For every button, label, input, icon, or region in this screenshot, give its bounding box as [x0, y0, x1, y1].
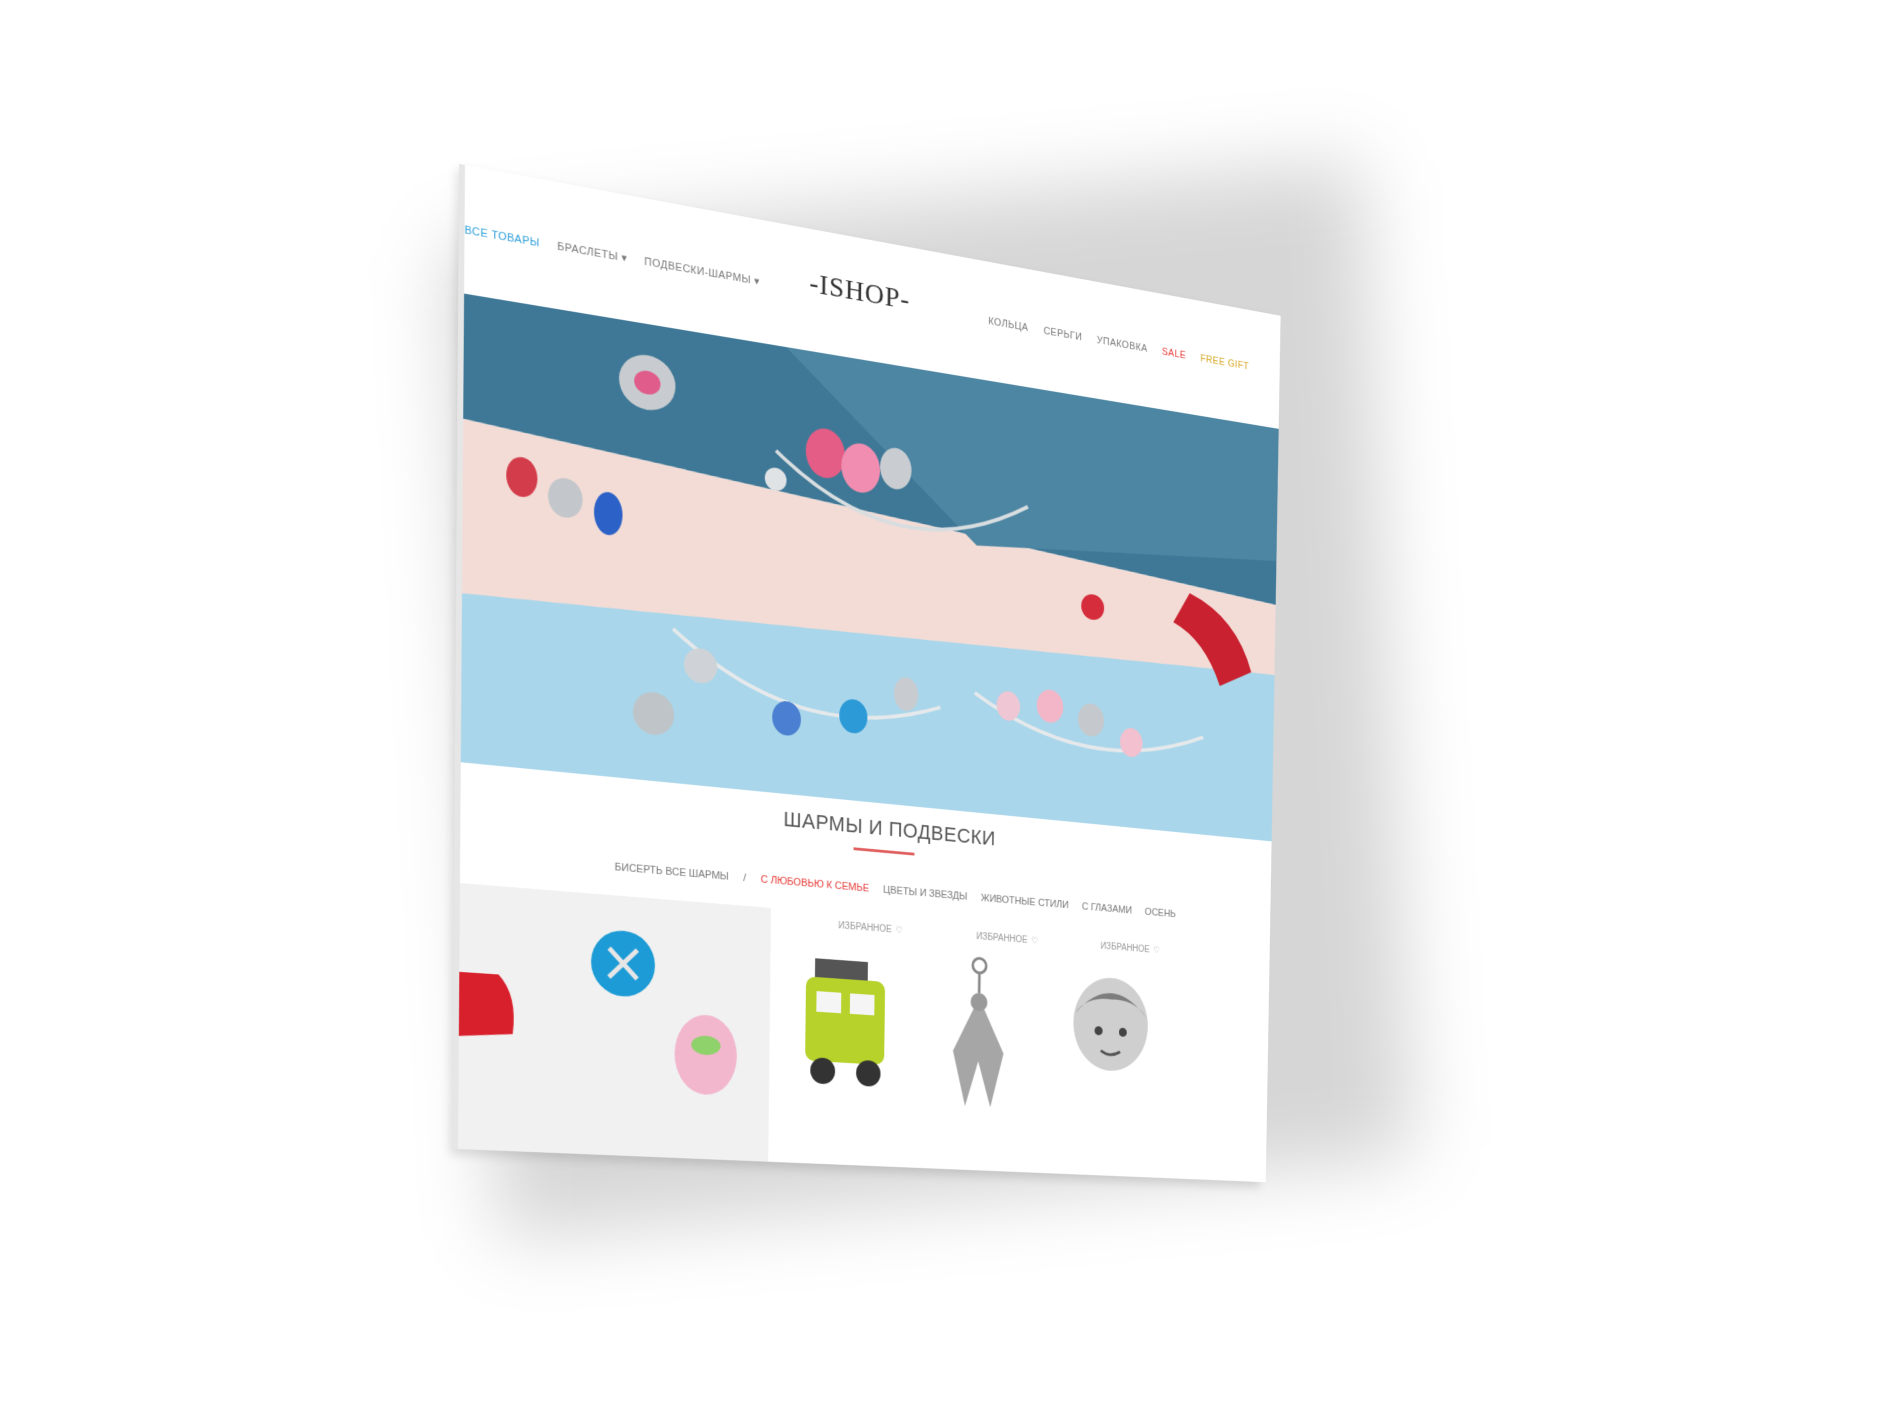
- product-card[interactable]: ИЗБРАННОЕ ♡: [926, 921, 1055, 1165]
- promo-charms-image: [458, 882, 772, 1162]
- wishlist-toggle[interactable]: ИЗБРАННОЕ ♡: [838, 921, 903, 936]
- product-card[interactable]: ИЗБРАННОЕ ♡: [786, 909, 920, 1158]
- wishlist-label: ИЗБРАННОЕ: [838, 920, 892, 936]
- filter-separator: /: [743, 872, 747, 885]
- filter-autumn[interactable]: ОСЕНЬ: [1145, 907, 1176, 920]
- nav-item-charms[interactable]: ПОДВЕСКИ-ШАРМЫ ▾: [644, 255, 759, 288]
- product-grid: ИЗБРАННОЕ ♡ ИЗБРАННОЕ ♡ ИЗБРАННОЕ ♡: [458, 882, 1270, 1182]
- site-logo[interactable]: -ISHOP-: [809, 267, 910, 317]
- heart-icon: ♡: [895, 925, 904, 937]
- girl-charm-icon: [1072, 975, 1149, 1073]
- nav-item-free-gift[interactable]: FREE GIFT: [1200, 353, 1249, 372]
- nav-item-earrings[interactable]: СЕРЬГИ: [1043, 325, 1082, 343]
- heart-icon: ♡: [1152, 945, 1161, 956]
- nav-right: КОЛЬЦА СЕРЬГИ УПАКОВКА SALE FREE GIFT: [988, 316, 1249, 373]
- wishlist-toggle[interactable]: ИЗБРАННОЕ ♡: [1100, 941, 1160, 955]
- filter-all-charms[interactable]: БИСЕРТЬ ВСЕ ШАРМЫ: [615, 862, 729, 883]
- product-card[interactable]: ИЗБРАННОЕ ♡: [1052, 931, 1177, 1170]
- filter-flowers-stars[interactable]: ЦВЕТЫ И ЗВЕЗДЫ: [883, 884, 967, 902]
- section-title-underline: [853, 847, 915, 856]
- car-charm-icon: [805, 958, 886, 1087]
- website-screen: ВСЕ ТОВАРЫ БРАСЛЕТЫ ▾ ПОДВЕСКИ-ШАРМЫ ▾ -…: [458, 165, 1281, 1183]
- nav-item-packaging[interactable]: УПАКОВКА: [1097, 335, 1148, 355]
- filter-eyes[interactable]: С ГЛАЗАМИ: [1082, 901, 1132, 916]
- promo-tile[interactable]: [458, 882, 772, 1162]
- angel-pendant-icon: [952, 948, 1005, 1109]
- nav-item-rings[interactable]: КОЛЬЦА: [988, 316, 1028, 334]
- filter-family[interactable]: С ЛЮБОВЬЮ К СЕМЬЕ: [761, 874, 870, 894]
- wishlist-label: ИЗБРАННОЕ: [976, 931, 1028, 946]
- mockup-stage: ВСЕ ТОВАРЫ БРАСЛЕТЫ ▾ ПОДВЕСКИ-ШАРМЫ ▾ -…: [0, 0, 1890, 1417]
- nav-item-all-products[interactable]: ВСЕ ТОВАРЫ: [464, 224, 539, 249]
- nav-item-bracelets[interactable]: БРАСЛЕТЫ ▾: [557, 240, 627, 265]
- filter-animals[interactable]: ЖИВОТНЫЕ СТИЛИ: [981, 893, 1069, 911]
- wishlist-label: ИЗБРАННОЕ: [1100, 941, 1150, 956]
- nav-item-sale[interactable]: SALE: [1162, 346, 1186, 361]
- wishlist-toggle[interactable]: ИЗБРАННОЕ ♡: [976, 932, 1038, 947]
- heart-icon: ♡: [1030, 935, 1039, 947]
- nav-left: ВСЕ ТОВАРЫ БРАСЛЕТЫ ▾ ПОДВЕСКИ-ШАРМЫ ▾: [464, 223, 759, 288]
